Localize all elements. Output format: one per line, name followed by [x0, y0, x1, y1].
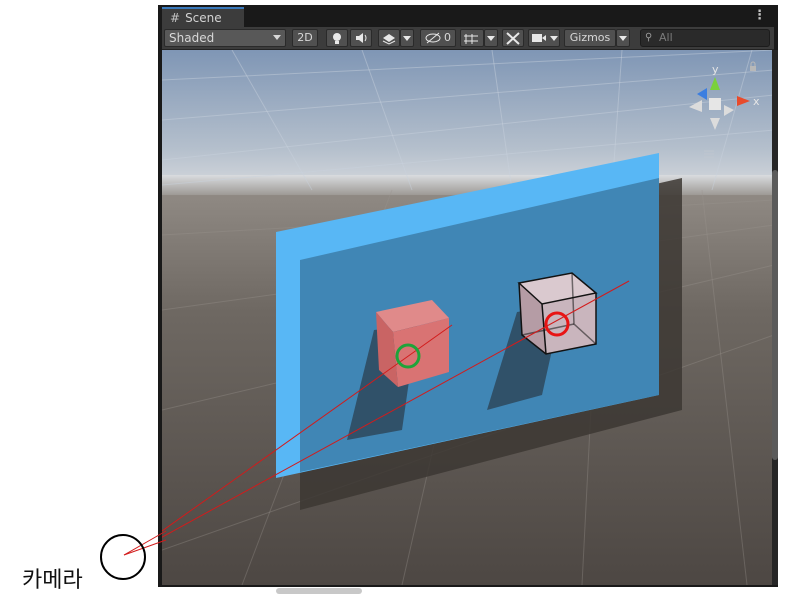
gizmos-dropdown[interactable]: [616, 29, 630, 47]
grid-icon: [464, 34, 478, 44]
scrollbar-thumb[interactable]: [772, 170, 778, 460]
scene-hash-icon: #: [170, 11, 181, 25]
chevron-down-icon: [487, 36, 495, 41]
audio-toggle-button[interactable]: [350, 29, 372, 47]
camera-label: 카메라: [22, 568, 83, 593]
gizmo-center-cube[interactable]: [709, 98, 721, 110]
scene-tab-label: Scene: [185, 11, 222, 25]
chevron-down-icon: [273, 35, 281, 40]
grid-toggle-button[interactable]: [460, 29, 484, 47]
scene-render: y x: [162, 50, 774, 585]
shading-mode-label: Shaded: [169, 31, 215, 45]
window-bottom-tab: [276, 588, 362, 594]
search-icon: ⚲: [645, 32, 653, 43]
hidden-objects-toggle[interactable]: 0: [420, 29, 456, 47]
camera-position-marker: [100, 534, 146, 580]
scene-window: # Scene ⋮ Shaded 2D 0 Gizmos ⚲ All y x: [158, 5, 778, 587]
effects-dropdown[interactable]: [400, 29, 414, 47]
toggle-2d-button[interactable]: 2D: [292, 29, 318, 47]
speaker-icon: [356, 33, 367, 43]
shading-mode-dropdown[interactable]: Shaded: [164, 29, 286, 47]
toggle-2d-label: 2D: [297, 31, 313, 44]
gizmo-y-label: y: [712, 63, 719, 76]
gizmos-label: Gizmos: [569, 31, 611, 44]
sky: [162, 50, 774, 190]
lighting-toggle-button[interactable]: [326, 29, 348, 47]
wrench-icon: [506, 32, 520, 45]
viewport-scrollbar[interactable]: [772, 50, 778, 585]
lightbulb-icon: [333, 33, 341, 44]
scene-viewport[interactable]: y x: [162, 50, 774, 585]
scene-toolbar: Shaded 2D 0 Gizmos ⚲ All: [162, 27, 774, 50]
gizmos-button[interactable]: Gizmos: [564, 29, 616, 47]
gizmo-x-label: x: [753, 95, 760, 108]
chevron-down-icon: [403, 36, 411, 41]
search-placeholder: All: [659, 31, 673, 44]
hidden-count: 0: [444, 31, 451, 44]
camera-icon: [532, 34, 558, 42]
grid-dropdown[interactable]: [484, 29, 498, 47]
tab-bar: # Scene ⋮: [158, 5, 778, 27]
eye-slash-icon: [425, 32, 441, 44]
layers-icon: [382, 34, 396, 45]
effects-toggle-button[interactable]: [378, 29, 400, 47]
scene-search-input[interactable]: ⚲ All: [640, 29, 770, 47]
red-cube[interactable]: [376, 300, 449, 387]
camera-settings-button[interactable]: [528, 29, 560, 47]
chevron-down-icon: [619, 36, 627, 41]
tools-button[interactable]: [502, 29, 524, 47]
more-options-icon[interactable]: ⋮: [753, 8, 766, 23]
tab-scene[interactable]: # Scene: [162, 7, 244, 27]
